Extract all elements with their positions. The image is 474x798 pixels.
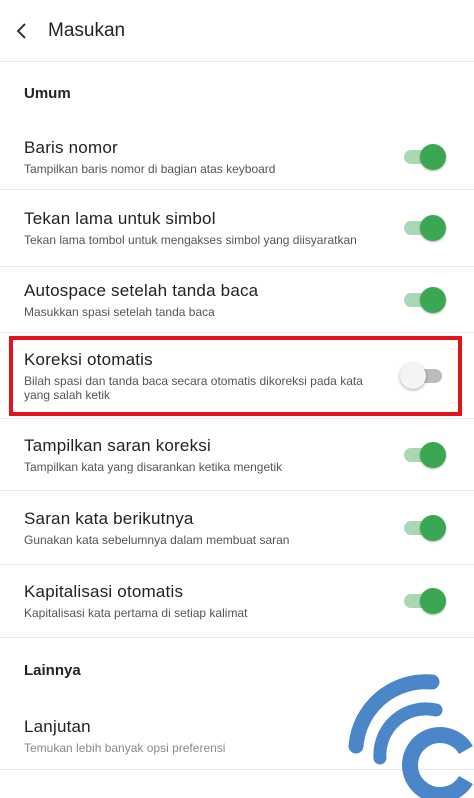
setting-label: Kapitalisasi otomatis bbox=[24, 582, 184, 601]
setting-description: Tekan lama tombol untuk mengakses simbol… bbox=[24, 233, 357, 247]
tekan-lama-toggle[interactable] bbox=[404, 215, 446, 241]
setting-label: Baris nomor bbox=[24, 137, 118, 157]
saran-kata-toggle[interactable] bbox=[404, 514, 446, 541]
setting-description: Gunakan kata sebelumnya dalam membuat sa… bbox=[24, 532, 290, 547]
setting-koreksi-otomatis[interactable]: Koreksi otomatis Bilah spasi dan tanda b… bbox=[0, 333, 474, 419]
setting-label: Autospace setelah tanda baca bbox=[24, 280, 259, 300]
section-header-umum: Umum bbox=[24, 84, 71, 102]
autospace-toggle[interactable] bbox=[404, 286, 446, 313]
setting-description: Masukkan spasi setelah tanda baca bbox=[24, 304, 215, 319]
setting-tekan-lama[interactable]: Tekan lama untuk simbol Tekan lama tombo… bbox=[0, 190, 474, 267]
app-bar: Masukan bbox=[0, 0, 474, 62]
page-title: Masukan bbox=[48, 19, 126, 41]
setting-description: Bilah spasi dan tanda baca secara otomat… bbox=[24, 373, 363, 402]
setting-label: Tekan lama untuk simbol bbox=[24, 209, 216, 228]
setting-description: Tampilkan baris nomor di bagian atas key… bbox=[24, 161, 276, 176]
setting-kapitalisasi[interactable]: Kapitalisasi otomatis Kapitalisasi kata … bbox=[0, 565, 474, 638]
back-button[interactable] bbox=[0, 0, 44, 62]
setting-description: Tampilkan kata yang disarankan ketika me… bbox=[24, 459, 283, 474]
setting-label: Tampilkan saran koreksi bbox=[24, 435, 211, 455]
koreksi-otomatis-toggle[interactable] bbox=[400, 362, 446, 389]
setting-description: Kapitalisasi kata pertama di setiap kali… bbox=[24, 606, 248, 620]
kapitalisasi-toggle[interactable] bbox=[404, 588, 446, 614]
setting-label: Saran kata berikutnya bbox=[24, 508, 194, 528]
setting-baris-nomor[interactable]: Baris nomor Tampilkan baris nomor di bag… bbox=[0, 124, 474, 190]
setting-tampilkan-saran[interactable]: Tampilkan saran koreksi Tampilkan kata y… bbox=[0, 419, 474, 491]
setting-autospace[interactable]: Autospace setelah tanda baca Masukkan sp… bbox=[0, 267, 474, 333]
watermark-logo-icon bbox=[348, 674, 473, 798]
baris-nomor-toggle[interactable] bbox=[404, 143, 446, 170]
setting-saran-kata[interactable]: Saran kata berikutnya Gunakan kata sebel… bbox=[0, 491, 474, 565]
setting-label: Koreksi otomatis bbox=[24, 349, 153, 369]
tampilkan-saran-toggle[interactable] bbox=[404, 441, 446, 468]
chevron-left-icon bbox=[16, 22, 26, 39]
